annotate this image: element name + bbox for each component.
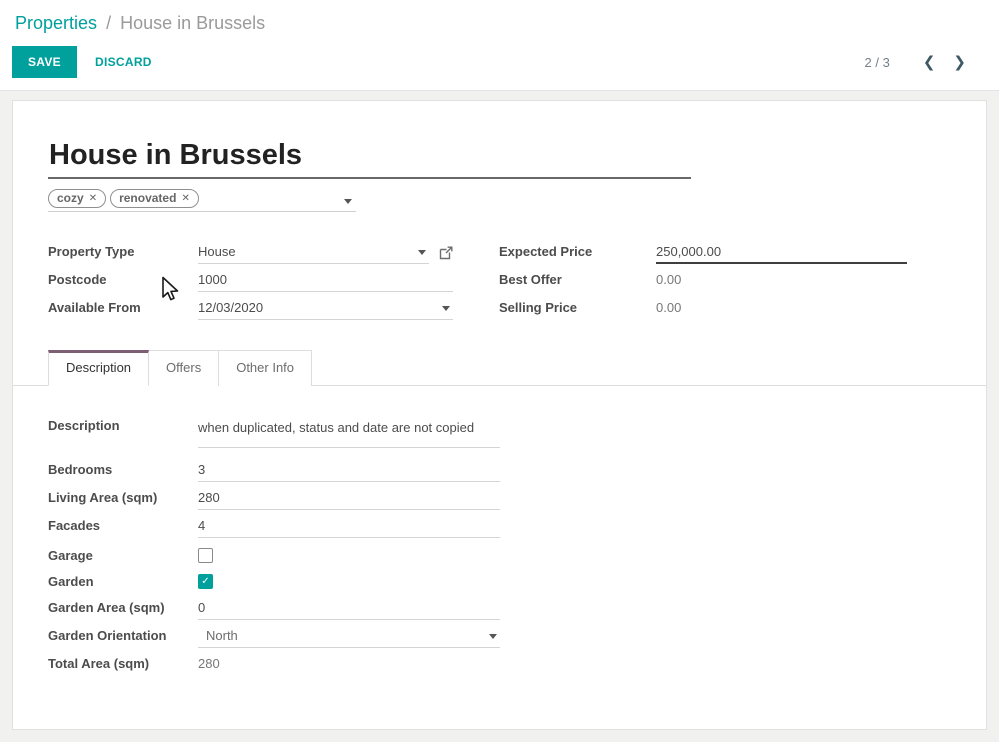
tag-renovated[interactable]: renovated ✕ <box>110 189 199 208</box>
postcode-input[interactable]: 1000 <box>198 268 453 292</box>
field-description: Description when duplicated, status and … <box>48 414 500 448</box>
check-icon: ✓ <box>201 577 209 587</box>
field-best-offer: Best Offer 0.00 <box>499 268 907 296</box>
field-label: Expected Price <box>499 240 656 259</box>
pager: 2 / 3 ❮ ❯ <box>865 51 975 73</box>
field-label: Property Type <box>48 240 198 259</box>
control-panel: Properties / House in Brussels SAVE DISC… <box>0 0 999 91</box>
field-garden-area: Garden Area (sqm) 0 <box>48 596 500 624</box>
field-property-type: Property Type House <box>48 240 453 268</box>
tag-label: cozy <box>57 191 84 205</box>
dropdown-caret-icon[interactable] <box>418 250 426 255</box>
dropdown-caret-icon[interactable] <box>489 634 497 639</box>
field-garden: Garden ✓ <box>48 570 500 594</box>
field-grid: Property Type House Postcode 1000 <box>48 240 951 324</box>
discard-button[interactable]: DISCARD <box>81 47 166 77</box>
pager-previous-button[interactable]: ❮ <box>914 51 945 73</box>
field-total-area: Total Area (sqm) 280 <box>48 652 500 680</box>
field-label: Best Offer <box>499 268 656 287</box>
breadcrumb: Properties / House in Brussels <box>0 0 999 36</box>
expected-price-input[interactable]: 250,000.00 <box>656 240 907 264</box>
field-label: Available From <box>48 296 198 315</box>
field-available-from: Available From 12/03/2020 <box>48 296 453 324</box>
field-label: Bedrooms <box>48 458 198 477</box>
field-column-left: Property Type House Postcode 1000 <box>48 240 453 324</box>
tab-offers[interactable]: Offers <box>149 350 219 386</box>
garden-area-input[interactable]: 0 <box>198 596 500 620</box>
garden-orientation-select[interactable]: North <box>198 624 500 648</box>
selling-price-value: 0.00 <box>656 296 907 320</box>
field-label: Garage <box>48 544 198 563</box>
field-label: Living Area (sqm) <box>48 486 198 505</box>
field-label: Description <box>48 414 198 433</box>
tab-description[interactable]: Description <box>48 350 149 386</box>
notebook-tabs: Description Offers Other Info <box>13 350 986 386</box>
field-living-area: Living Area (sqm) 280 <box>48 486 500 514</box>
form-sheet: House in Brussels cozy ✕ renovated ✕ Pro… <box>12 100 987 730</box>
property-type-input[interactable]: House <box>198 240 429 264</box>
tag-label: renovated <box>119 191 176 205</box>
best-offer-value: 0.00 <box>656 268 907 292</box>
pager-next-button[interactable]: ❯ <box>944 51 975 73</box>
field-bedrooms: Bedrooms 3 <box>48 458 500 486</box>
field-label: Selling Price <box>499 296 656 315</box>
form-view-background: House in Brussels cozy ✕ renovated ✕ Pro… <box>0 91 999 742</box>
dropdown-caret-icon[interactable] <box>344 199 352 204</box>
bedrooms-input[interactable]: 3 <box>198 458 500 482</box>
field-garden-orientation: Garden Orientation North <box>48 624 500 652</box>
living-area-input[interactable]: 280 <box>198 486 500 510</box>
garden-checkbox[interactable]: ✓ <box>198 574 213 589</box>
field-label: Postcode <box>48 268 198 287</box>
save-button[interactable]: SAVE <box>12 46 77 78</box>
pager-value: 2 / 3 <box>865 55 890 70</box>
field-label: Garden Orientation <box>48 624 198 643</box>
field-label: Garden <box>48 570 198 589</box>
description-textarea[interactable]: when duplicated, status and date are not… <box>198 414 500 448</box>
external-link-icon[interactable] <box>439 246 453 265</box>
property-name-input[interactable]: House in Brussels <box>48 136 691 179</box>
tag-remove-icon[interactable]: ✕ <box>181 193 189 204</box>
breadcrumb-current: House in Brussels <box>120 13 265 33</box>
tag-cozy[interactable]: cozy ✕ <box>48 189 106 208</box>
tab-other-info[interactable]: Other Info <box>219 350 312 386</box>
chevron-right-icon: ❯ <box>953 54 966 71</box>
field-label: Facades <box>48 514 198 533</box>
tag-remove-icon[interactable]: ✕ <box>89 193 97 204</box>
available-from-date-input[interactable]: 12/03/2020 <box>198 296 453 320</box>
field-label: Garden Area (sqm) <box>48 596 198 615</box>
chevron-left-icon: ❮ <box>923 54 936 71</box>
field-postcode: Postcode 1000 <box>48 268 453 296</box>
breadcrumb-separator: / <box>102 13 115 33</box>
field-column-right: Expected Price 250,000.00 Best Offer 0.0… <box>499 240 907 324</box>
garage-checkbox[interactable] <box>198 548 213 563</box>
field-facades: Facades 4 <box>48 514 500 542</box>
facades-input[interactable]: 4 <box>198 514 500 538</box>
field-label: Total Area (sqm) <box>48 652 198 671</box>
tags-field[interactable]: cozy ✕ renovated ✕ <box>48 189 356 212</box>
breadcrumb-properties-link[interactable]: Properties <box>15 13 97 33</box>
field-selling-price: Selling Price 0.00 <box>499 296 907 324</box>
total-area-value: 280 <box>198 652 500 676</box>
field-expected-price: Expected Price 250,000.00 <box>499 240 907 268</box>
dropdown-caret-icon[interactable] <box>442 306 450 311</box>
tab-pane-description: Description when duplicated, status and … <box>48 386 951 680</box>
field-garage: Garage <box>48 544 500 568</box>
